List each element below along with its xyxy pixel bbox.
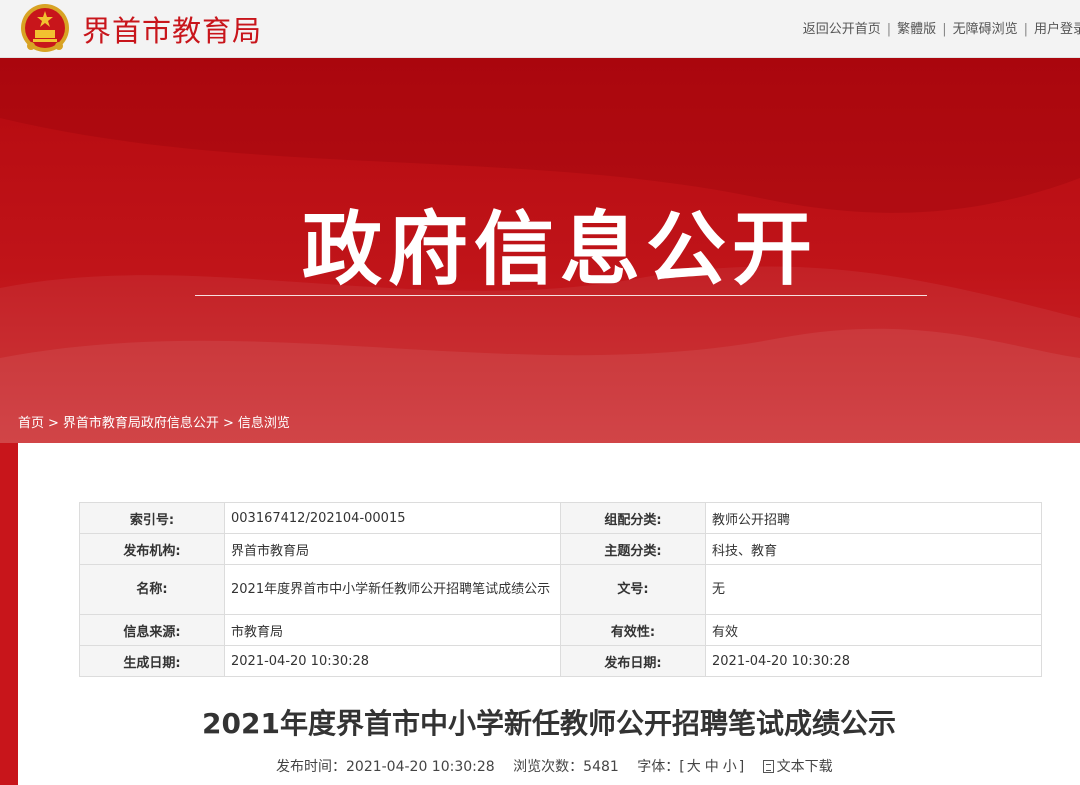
article-title: 2021年度界首市中小学新任教师公开招聘笔试成绩公示	[202, 707, 896, 740]
site-name[interactable]: 界首市教育局	[82, 8, 262, 50]
table-row: 索引号: 003167412/202104-00015 组配分类: 教师公开招聘	[79, 502, 1042, 534]
article-info: 发布时间：2021-04-20 10:30:28 浏览次数：5481 字体：[大…	[276, 756, 847, 776]
meta-label: 生成日期:	[79, 645, 225, 677]
publish-time: 发布时间：2021-04-20 10:30:28	[276, 759, 495, 775]
link-login[interactable]: 用户登录	[1034, 22, 1080, 37]
link-accessibility[interactable]: 无障碍浏览	[953, 22, 1018, 37]
national-emblem-icon	[21, 4, 69, 52]
meta-label: 有效性:	[560, 614, 706, 646]
meta-value: 2021-04-20 10:30:28	[705, 645, 1042, 677]
link-public-home[interactable]: 返回公开首页	[803, 22, 881, 37]
download-label: 文本下载	[776, 759, 833, 775]
table-row: 发布机构: 界首市教育局 主题分类: 科技、教育	[79, 533, 1042, 565]
meta-label: 发布机构:	[79, 533, 225, 565]
breadcrumb: 首页 > 界首市教育局政府信息公开 > 信息浏览	[18, 412, 294, 431]
content-panel: 索引号: 003167412/202104-00015 组配分类: 教师公开招聘…	[18, 443, 1080, 785]
top-links: 返回公开首页 | 繁體版 | 无障碍浏览 | 用户登录	[803, 18, 1080, 37]
breadcrumb-current[interactable]: 信息浏览	[238, 416, 290, 431]
link-traditional[interactable]: 繁體版	[897, 22, 936, 37]
meta-label: 文号:	[560, 564, 706, 615]
link-separator: |	[1023, 22, 1028, 37]
link-separator: |	[886, 22, 892, 37]
font-size-close: ]	[738, 759, 745, 775]
table-row: 信息来源: 市教育局 有效性: 有效	[79, 614, 1042, 646]
font-medium-button[interactable]: 中	[705, 759, 719, 775]
meta-label: 发布日期:	[560, 645, 706, 677]
meta-value: 003167412/202104-00015	[224, 502, 561, 534]
font-size-control: 字体：[大中小]	[637, 759, 744, 775]
meta-label: 主题分类:	[560, 533, 706, 565]
meta-value: 2021年度界首市中小学新任教师公开招聘笔试成绩公示	[224, 564, 561, 615]
meta-label: 名称:	[79, 564, 225, 615]
banner-title: 政府信息公开	[302, 203, 818, 296]
font-size-label: 字体：[	[637, 759, 685, 775]
meta-value: 界首市教育局	[224, 533, 561, 565]
meta-value: 市教育局	[224, 614, 561, 646]
download-text-button[interactable]: 文本下载	[762, 759, 833, 775]
banner-divider	[195, 295, 927, 296]
meta-label: 索引号:	[79, 502, 225, 534]
breadcrumb-info-public[interactable]: 界首市教育局政府信息公开	[63, 416, 219, 431]
meta-label: 信息来源:	[79, 614, 225, 646]
top-bar: 界首市教育局 返回公开首页 | 繁體版 | 无障碍浏览 | 用户登录	[0, 0, 1080, 58]
view-count: 浏览次数：5481	[513, 759, 619, 775]
meta-value: 科技、教育	[705, 533, 1042, 565]
meta-value: 有效	[705, 614, 1042, 646]
meta-value: 无	[705, 564, 1042, 615]
meta-value: 教师公开招聘	[705, 502, 1042, 534]
font-large-button[interactable]: 大	[687, 759, 701, 775]
meta-label: 组配分类:	[560, 502, 706, 534]
breadcrumb-separator: >	[222, 416, 234, 431]
breadcrumb-home[interactable]: 首页	[18, 416, 44, 431]
banner: 政府信息公开	[0, 58, 1080, 443]
table-row: 名称: 2021年度界首市中小学新任教师公开招聘笔试成绩公示 文号: 无	[79, 564, 1042, 615]
document-icon	[762, 760, 774, 773]
font-small-button[interactable]: 小	[723, 759, 737, 775]
breadcrumb-separator: >	[48, 416, 59, 431]
info-meta-table: 索引号: 003167412/202104-00015 组配分类: 教师公开招聘…	[79, 502, 1042, 677]
table-row: 生成日期: 2021-04-20 10:30:28 发布日期: 2021-04-…	[79, 645, 1042, 677]
meta-value: 2021-04-20 10:30:28	[224, 645, 561, 677]
link-separator: |	[942, 22, 947, 37]
